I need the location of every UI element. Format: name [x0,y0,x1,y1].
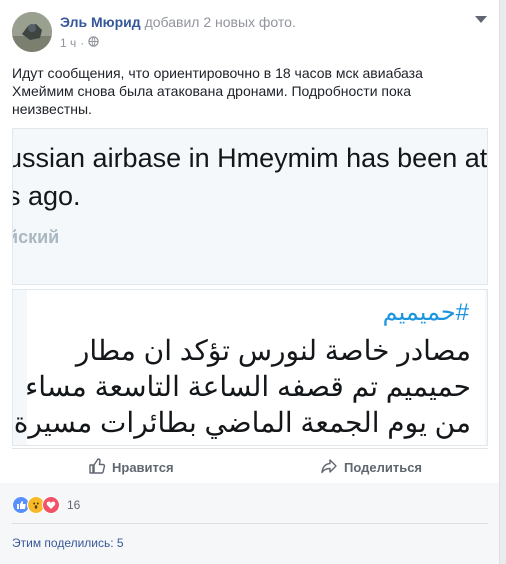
reaction-count: 16 [67,498,81,512]
share-button[interactable]: Поделиться [320,457,422,478]
footer-divider [12,523,488,524]
reactions-summary[interactable]: 16 [12,496,80,514]
photo-arabic-line: من يوم الجمعة الماضي بطائرات مسيرة [13,407,471,438]
avatar[interactable] [12,12,52,52]
photo-hashtag: #حميميم [382,299,469,326]
globe-icon [88,36,99,50]
like-label: Нравится [112,460,174,475]
photo-tweet-body: #حميميم مصادر خاصة لنورس تؤكد ان مطار حم… [14,290,485,445]
post-header: Эль Мюрид добавил 2 новых фото. [60,14,296,30]
post-photo-1[interactable]: ussian airbase in Hmeymim has been atta … [12,128,488,285]
share-label: Поделиться [344,460,423,475]
love-reaction-icon [42,496,60,514]
menu-caret-icon[interactable] [475,16,487,23]
action-bar: Нравится Поделиться [12,448,488,484]
share-icon [320,457,338,478]
post-card: Эль Мюрид добавил 2 новых фото. 1 ч · Ид… [0,0,500,564]
like-button[interactable]: Нравится [88,457,174,478]
photo-text-line: s ago. [12,181,81,211]
photo-arabic-line: حميميم تم قصفه الساعة التاسعة مساء [25,371,471,402]
post-text: Идут сообщения, что ориентировочно в 18 … [12,65,423,117]
post-meta: 1 ч · [60,36,99,50]
like-icon [88,457,106,478]
post-action-text: добавил 2 новых фото. [144,14,296,30]
photo-text-line: ussian airbase in Hmeymim has been atta [12,143,488,173]
author-name[interactable]: Эль Мюрид [60,14,141,30]
post-time[interactable]: 1 ч [60,36,76,50]
photo-arabic-line: مصادر خاصة لنورس تؤكد ان مطار [75,335,471,366]
post-photo-2[interactable]: #حميميم مصادر خاصة لنورس تؤكد ان مطار حم… [12,289,488,446]
photo-text-line: йский [12,227,60,247]
shares-link[interactable]: Этим поделились: 5 [12,536,124,550]
